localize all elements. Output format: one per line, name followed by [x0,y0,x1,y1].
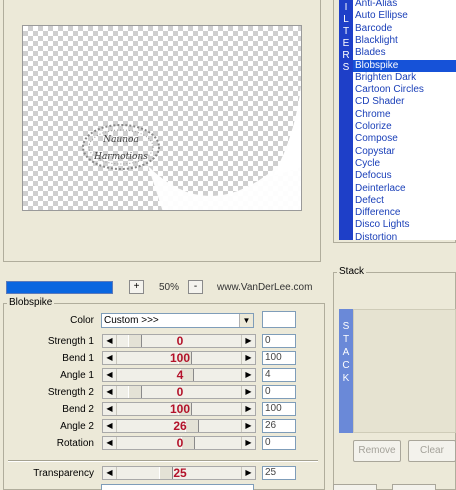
parameter-slider[interactable]: ◀ 100 ▶ [102,351,256,365]
slider-label: Angle 2 [60,421,94,432]
filter-list-item[interactable]: Compose [353,133,456,145]
filter-list-item[interactable]: Difference [353,207,456,219]
watermark-line2: Harmotions [93,152,148,162]
filters-tab-letter: I [344,2,348,13]
parameter-slider[interactable]: ◀ 26 ▶ [102,419,256,433]
arrow-right-icon[interactable]: ▶ [241,403,255,415]
color-select[interactable]: Custom >>> ▼ [101,313,254,328]
parameter-slider[interactable]: ◀ 0 ▶ [102,436,256,450]
stack-tab-letter: A [342,347,350,358]
filter-list-item[interactable]: Cycle [353,158,456,170]
slider-input[interactable]: 26 [262,419,296,433]
transparency-input[interactable]: 25 [262,466,296,480]
filter-list-item[interactable]: Brighten Dark [353,72,456,84]
stack-button-partial[interactable] [333,484,377,490]
stack-button-partial[interactable] [392,484,436,490]
filter-list-item[interactable]: Cartoon Circles [353,84,456,96]
filters-tab-letter: L [343,14,349,25]
arrow-right-icon[interactable]: ▶ [241,467,255,479]
filter-list-item[interactable]: Deinterlace [353,183,456,195]
stack-title: Stack [337,266,367,277]
filter-list-item[interactable]: Defect [353,195,456,207]
arrow-right-icon[interactable]: ▶ [241,386,255,398]
filter-list-item[interactable]: Disco Lights [353,219,456,231]
stack-tab-letter: C [342,360,350,371]
stack-tab-letter: S [342,321,350,332]
arrow-right-icon[interactable]: ▶ [241,369,255,381]
arrow-right-icon[interactable]: ▶ [241,352,255,364]
filter-list-item[interactable]: Chrome [353,109,456,121]
filter-list-item[interactable]: Barcode [353,23,456,35]
settings-group-title: Blobspike [7,297,55,308]
preview-artwork: Naunoa Harmotions [82,86,301,210]
slider-value: 4 [176,368,184,382]
progress-bar [6,281,113,294]
blend-select[interactable] [101,484,254,490]
website-link[interactable]: www.VanDerLee.com [217,281,327,294]
filter-list-item[interactable]: Defocus [353,170,456,182]
slider-value: 100 [169,402,191,416]
color-swatch[interactable] [262,311,296,328]
stack-tab: STACK [339,309,353,433]
filters-tab: ILTERS [339,0,353,240]
filter-list-item[interactable]: Blobspike [353,59,456,72]
filter-list-item[interactable]: Blacklight [353,35,456,47]
watermark-line1: Naunoa [102,135,139,145]
remove-button[interactable]: Remove [353,440,401,462]
zoom-in-button[interactable]: + [129,280,144,294]
parameter-slider[interactable]: ◀ 0 ▶ [102,385,256,399]
slider-input[interactable]: 0 [262,385,296,399]
slider-value: 26 [173,419,187,433]
parameter-slider[interactable]: ◀ 4 ▶ [102,368,256,382]
clear-button[interactable]: Clear [408,440,456,462]
slider-input[interactable]: 4 [262,368,296,382]
slider-label: Strength 2 [47,387,94,398]
filter-list-item[interactable]: Distortion [353,232,456,240]
arrow-right-icon[interactable]: ▶ [241,420,255,432]
slider-value: 25 [173,466,187,480]
filter-list-item[interactable]: Copystar [353,146,456,158]
chevron-down-icon[interactable]: ▼ [239,314,253,327]
slider-label: Bend 2 [62,404,94,415]
arrow-right-icon[interactable]: ▶ [241,335,255,347]
slider-value: 0 [176,385,184,399]
filters-tab-letter: E [342,38,350,49]
slider-label: Bend 1 [62,353,94,364]
stack-tab-letter: K [342,373,350,384]
slider-value: 100 [169,351,191,365]
parameter-slider[interactable]: ◀ 0 ▶ [102,334,256,348]
stack-tab-letter: T [342,334,350,345]
color-select-value: Custom >>> [104,315,159,326]
slider-value: 0 [176,334,184,348]
slider-input[interactable]: 0 [262,436,296,450]
parameter-slider[interactable]: ◀ 100 ▶ [102,402,256,416]
filter-list-item[interactable]: CD Shader [353,96,456,108]
slider-input[interactable]: 0 [262,334,296,348]
zoom-out-button[interactable]: - [188,280,203,294]
slider-input[interactable]: 100 [262,351,296,365]
filters-tab-letter: R [342,50,350,61]
transparency-slider[interactable]: ◀ 25 ▶ [102,466,256,480]
filter-list-item[interactable]: Auto Ellipse [353,10,456,22]
filter-list-item[interactable]: Anti-Alias [353,0,456,10]
slider-value: 0 [176,436,184,450]
slider-input[interactable]: 100 [262,402,296,416]
preview-canvas[interactable]: Naunoa Harmotions [22,25,302,211]
zoom-level: 50% [158,282,179,293]
transparency-label: Transparency [33,468,94,479]
filters-tab-letter: S [342,62,350,73]
slider-label: Angle 1 [60,370,94,381]
filter-list[interactable]: Anti-Alias Auto Ellipse Barcode Blacklight B… [353,0,456,240]
slider-label: Strength 1 [47,336,94,347]
arrow-right-icon[interactable]: ▶ [241,437,255,449]
filter-list-item[interactable]: Colorize [353,121,456,133]
stack-list[interactable] [353,309,456,433]
slider-label: Rotation [56,438,94,449]
filters-tab-letter: T [342,26,350,37]
filter-list-item[interactable]: Blades [353,47,456,59]
color-label: Color [70,315,94,326]
separator [8,460,318,462]
